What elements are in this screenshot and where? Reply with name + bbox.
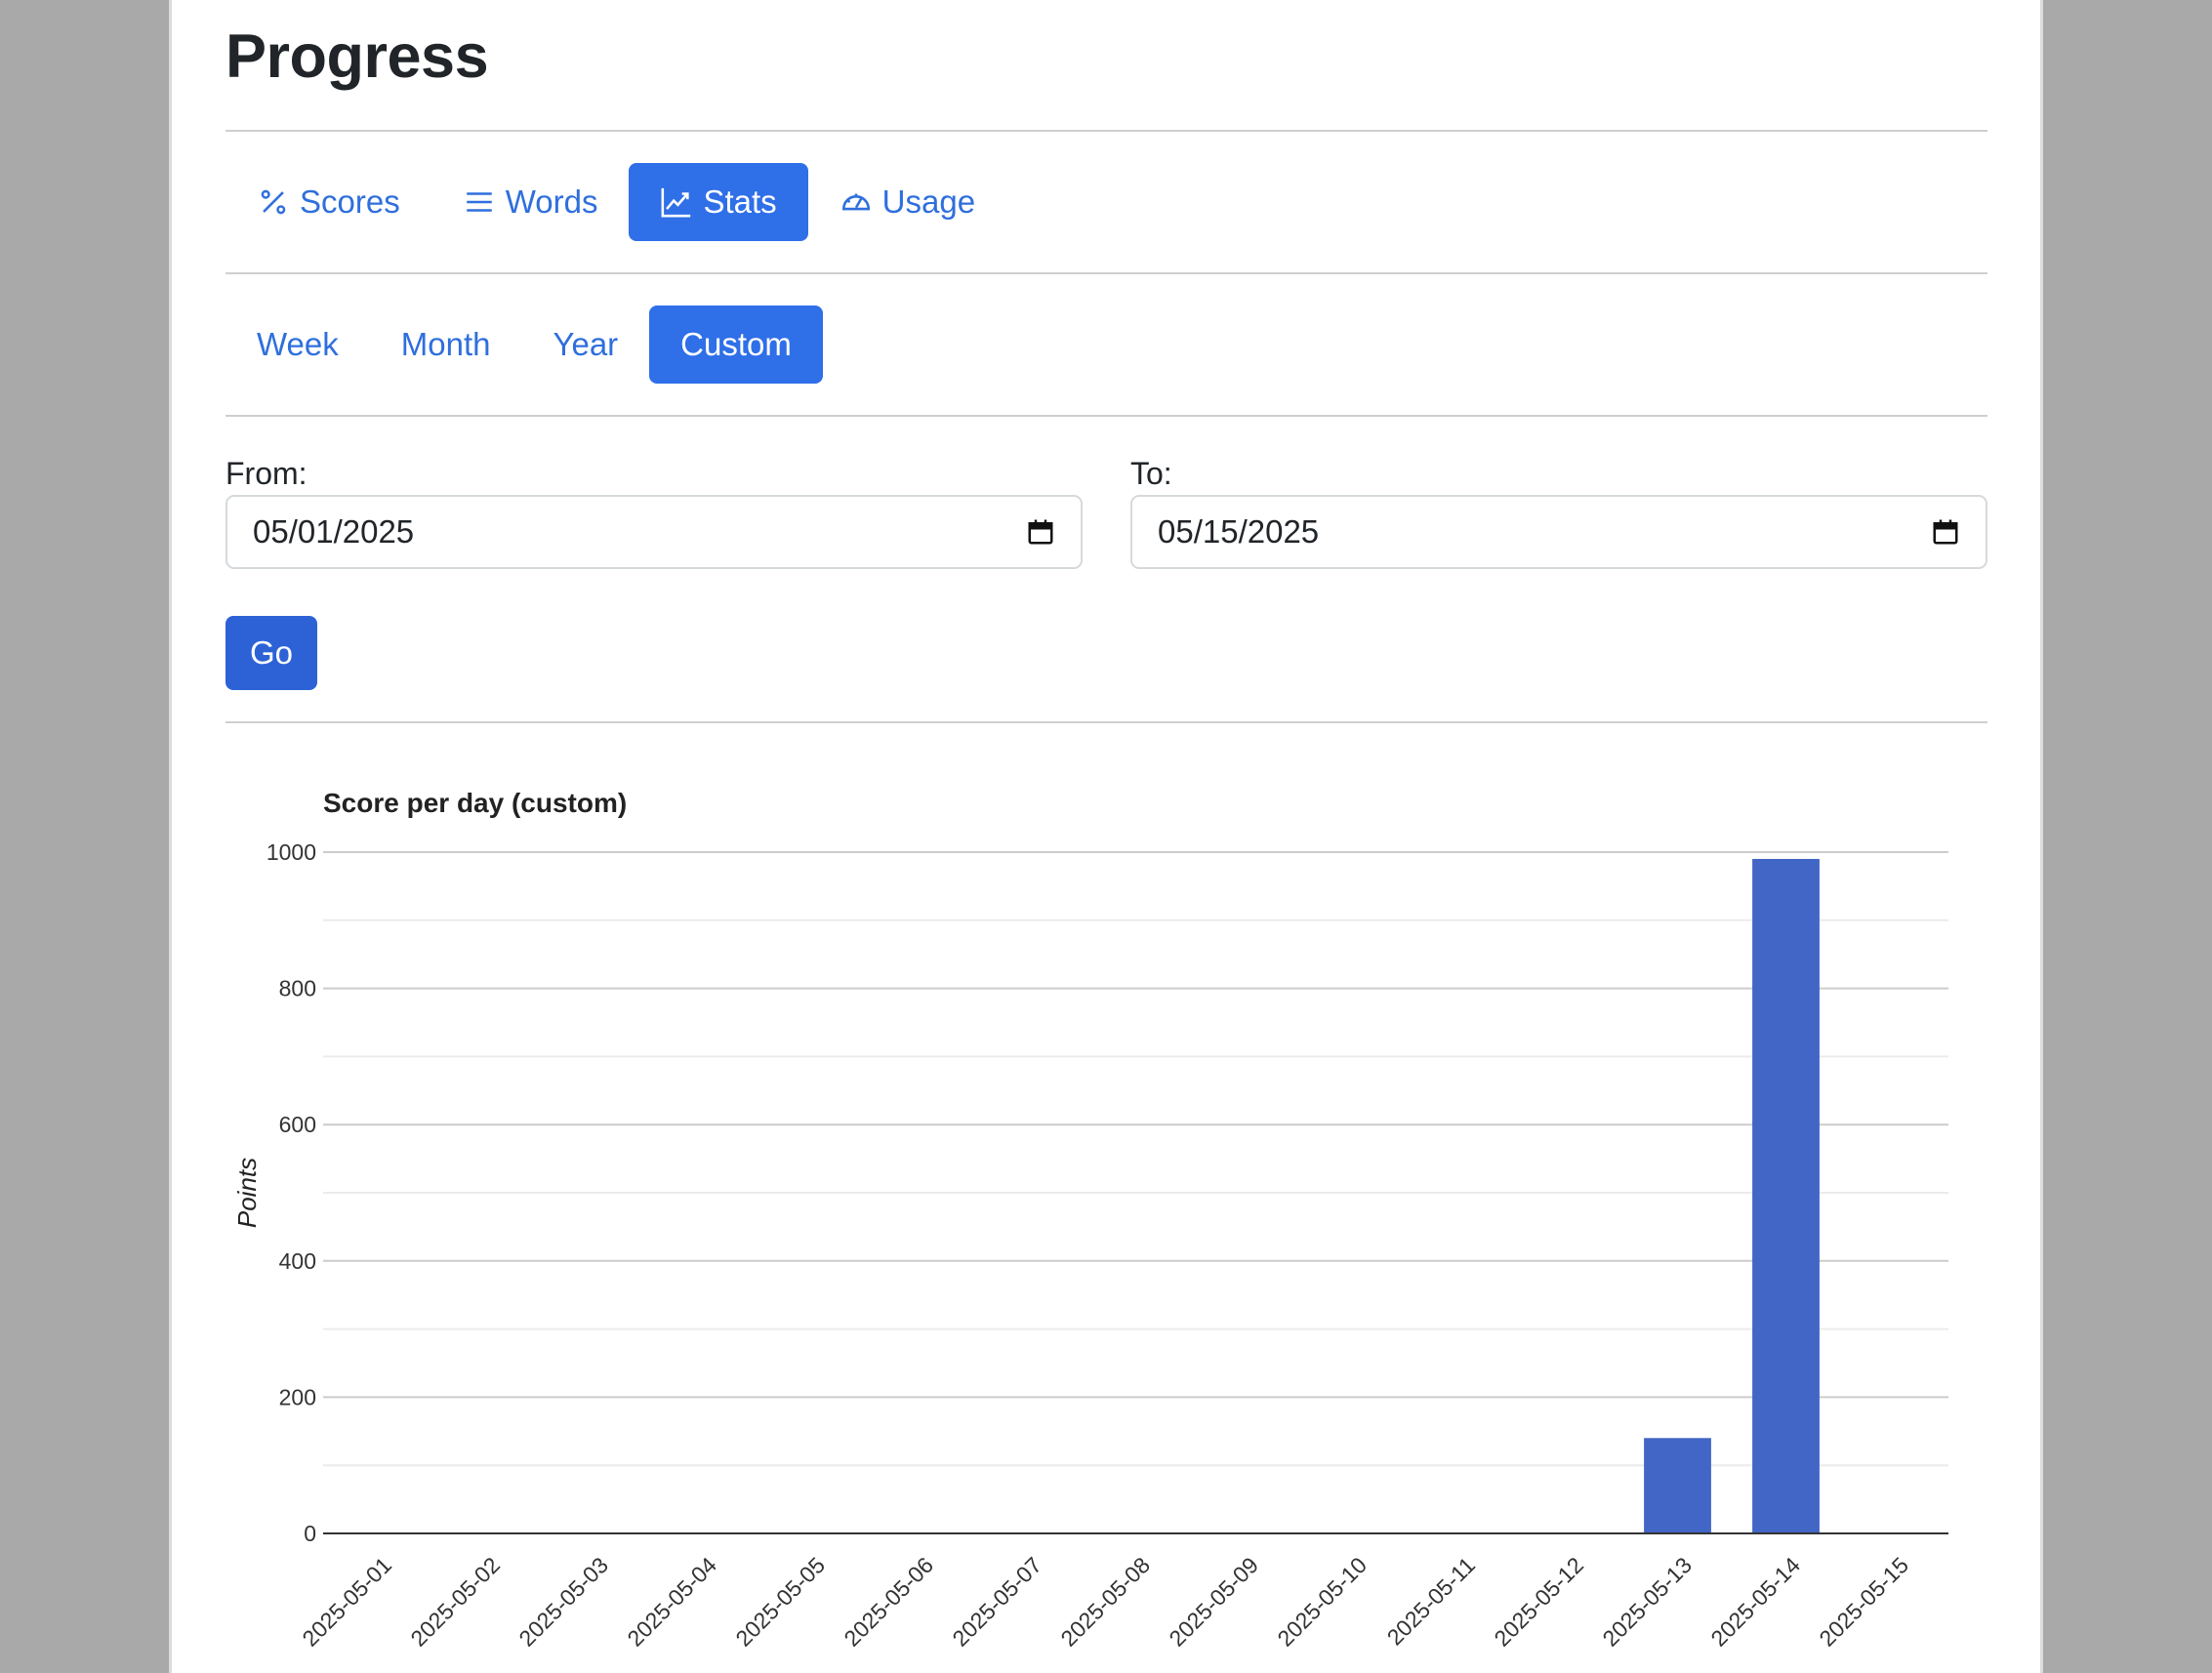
x-tick-label: 2025-05-14: [1705, 1552, 1805, 1652]
tab-stats[interactable]: Stats: [629, 163, 808, 241]
x-tick-label: 2025-05-10: [1272, 1552, 1372, 1652]
to-label: To:: [1130, 456, 1172, 491]
x-tick-label: 2025-05-01: [297, 1552, 396, 1652]
view-tabs: Scores Words Stats Usage: [225, 163, 1006, 241]
x-tick-label: 2025-05-11: [1382, 1552, 1480, 1650]
x-tick-label: 2025-05-08: [1055, 1552, 1155, 1652]
line-chart-icon: [660, 185, 693, 219]
y-tick-label: 1000: [266, 839, 316, 865]
go-button[interactable]: Go: [225, 616, 317, 690]
tab-scores[interactable]: Scores: [225, 163, 431, 241]
range-month[interactable]: Month: [370, 306, 522, 384]
to-date-input[interactable]: 05/15/2025: [1130, 495, 1987, 569]
range-custom[interactable]: Custom: [649, 306, 823, 384]
percent-icon: [257, 185, 290, 219]
score-chart: Score per day (custom) 0 200 400 600 800 1000 P…: [223, 761, 2019, 1673]
tab-usage-label: Usage: [881, 184, 976, 220]
x-tick-label: 2025-05-02: [405, 1552, 505, 1652]
range-year[interactable]: Year: [521, 306, 649, 384]
y-tick-label: 600: [279, 1112, 316, 1137]
chart-title: Score per day (custom): [323, 788, 627, 818]
x-tick-label: 2025-05-05: [730, 1552, 830, 1652]
tab-scores-label: Scores: [300, 184, 400, 220]
x-tick-label: 2025-05-06: [839, 1552, 938, 1652]
divider: [225, 415, 1987, 417]
tab-words[interactable]: Words: [431, 163, 630, 241]
range-tabs: Week Month Year Custom: [225, 306, 823, 384]
list-icon: [463, 185, 496, 219]
x-tick-label: 2025-05-04: [622, 1552, 721, 1652]
to-date-value: 05/15/2025: [1158, 513, 1320, 550]
x-tick-label: 2025-05-15: [1814, 1552, 1913, 1652]
from-label: From:: [225, 456, 307, 491]
tab-stats-label: Stats: [703, 184, 777, 220]
score-chart-svg: Score per day (custom) 0 200 400 600 800 1000 P…: [232, 788, 1948, 1652]
y-tick-label: 800: [279, 976, 316, 1001]
page-title: Progress: [225, 22, 489, 91]
bar: [1644, 1438, 1711, 1533]
divider: [225, 272, 1987, 274]
from-date-value: 05/01/2025: [253, 513, 415, 550]
range-week[interactable]: Week: [225, 306, 370, 384]
y-tick-label: 0: [304, 1521, 316, 1546]
x-tick-label: 2025-05-13: [1597, 1552, 1697, 1652]
y-tick-label: 200: [279, 1384, 316, 1409]
calendar-icon[interactable]: [1931, 517, 1960, 547]
x-tick-label: 2025-05-07: [947, 1552, 1046, 1652]
from-date-input[interactable]: 05/01/2025: [225, 495, 1083, 569]
x-tick-label: 2025-05-12: [1489, 1552, 1588, 1652]
x-tick-label: 2025-05-03: [513, 1552, 613, 1652]
tab-words-label: Words: [505, 184, 598, 220]
y-axis-label: Points: [232, 1158, 262, 1228]
tab-usage[interactable]: Usage: [808, 163, 1006, 241]
speedometer-icon: [840, 185, 873, 219]
x-tick-label: 2025-05-09: [1164, 1552, 1263, 1652]
bar: [1752, 858, 1820, 1533]
divider: [225, 721, 1987, 723]
divider: [225, 130, 1987, 132]
y-tick-label: 400: [279, 1248, 316, 1274]
calendar-icon[interactable]: [1026, 517, 1055, 547]
